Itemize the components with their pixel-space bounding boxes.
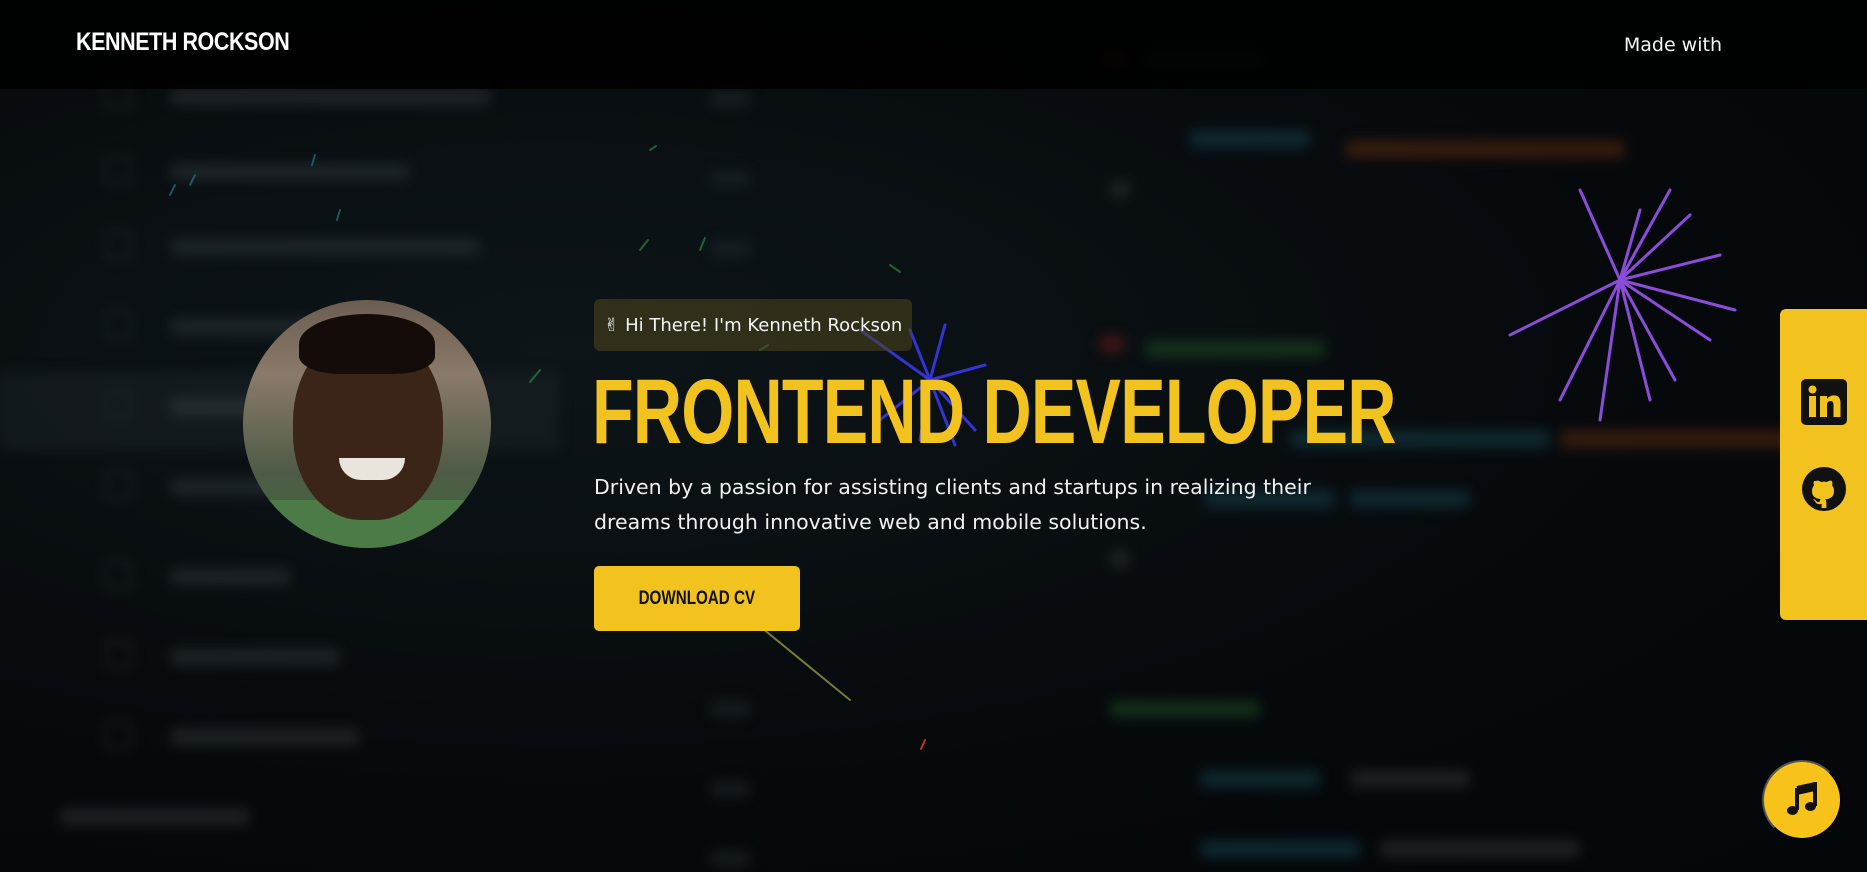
download-cv-label: DOWNLOAD CV <box>638 587 756 609</box>
download-cv-button[interactable]: DOWNLOAD CV <box>594 566 800 631</box>
social-links-panel <box>1780 309 1867 620</box>
top-navbar: KENNETH ROCKSON Made with <box>0 0 1867 89</box>
hero-description: Driven by a passion for assisting client… <box>594 475 1311 534</box>
music-note-icon <box>1787 782 1817 815</box>
made-with-text: Made with <box>1623 34 1722 56</box>
greeting-text: Hi There! I'm Kenneth Rockson <box>625 314 903 336</box>
linkedin-icon[interactable] <box>1801 379 1847 425</box>
hero-title: FRONTEND DEVELOPER <box>592 361 1396 463</box>
github-icon[interactable] <box>1801 466 1847 512</box>
profile-avatar <box>243 300 491 548</box>
brand-logo[interactable]: KENNETH ROCKSON <box>76 28 290 57</box>
victory-hand-icon: ✌ <box>604 314 620 336</box>
music-toggle-button[interactable] <box>1762 760 1842 840</box>
greeting-badge: ✌ Hi There! I'm Kenneth Rockson <box>594 299 913 351</box>
